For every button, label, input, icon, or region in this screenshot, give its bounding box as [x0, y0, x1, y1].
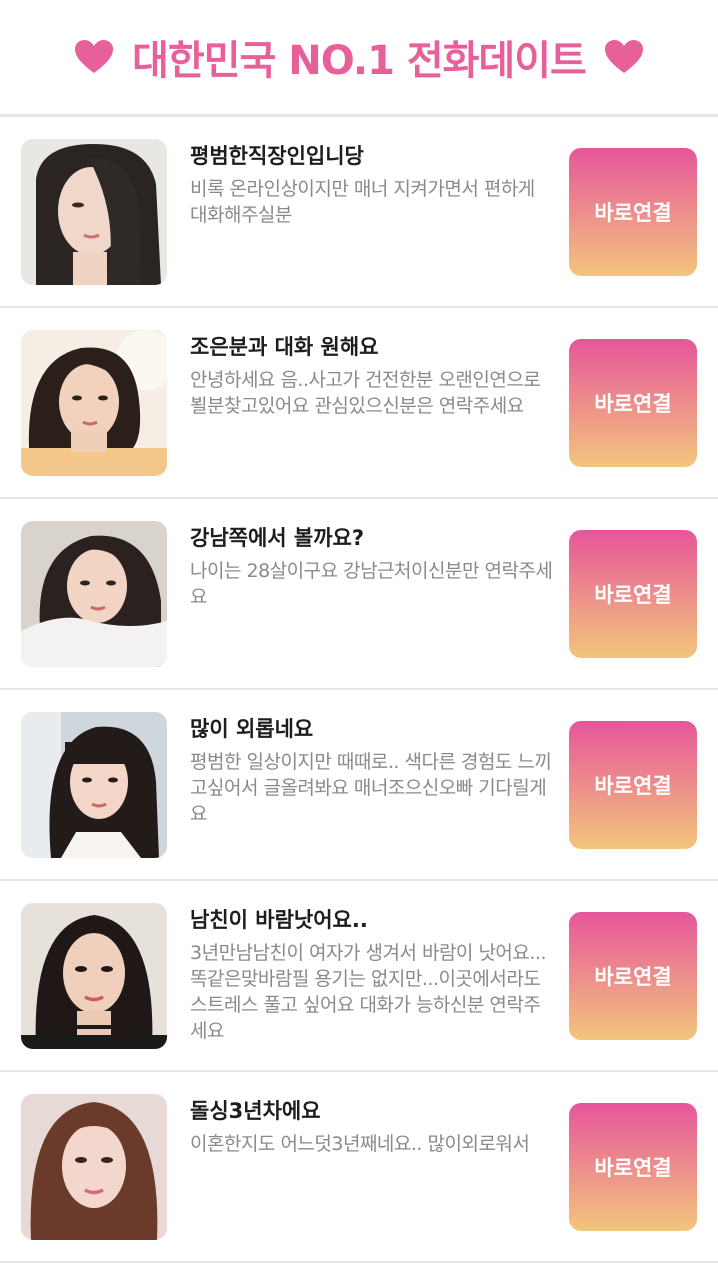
list-item: 강남쪽에서 볼까요? 나이는 28살이구요 강남근처이신분만 연락주세요 바로연…	[0, 499, 718, 690]
list-item: 남친이 바람낫어요.. 3년만남남친이 여자가 생겨서 바람이 낫어요... 똑…	[0, 881, 718, 1072]
connect-button[interactable]: 바로연결	[569, 1103, 697, 1231]
profile-photo[interactable]	[21, 712, 167, 858]
profile-photo[interactable]	[21, 1094, 167, 1240]
profile-description: 평범한 일상이지만 때때로.. 색다른 경험도 느끼고싶어서 글올려봐요 매너조…	[190, 751, 552, 825]
profile-name: 조은분과 대화 원해요	[190, 335, 379, 359]
profile-name: 평범한직장인입니당	[190, 144, 364, 168]
connect-button[interactable]: 바로연결	[569, 912, 697, 1040]
profile-photo[interactable]	[21, 139, 167, 285]
profile-name: 강남쪽에서 볼까요?	[190, 526, 365, 550]
app-header: 대한민국 NO.1 전화데이트	[0, 0, 718, 117]
profile-photo[interactable]	[21, 330, 167, 476]
connect-button[interactable]: 바로연결	[569, 721, 697, 849]
profile-name: 많이 외롭네요	[190, 717, 314, 741]
profile-list: 평범한직장인입니당 비록 온라인상이지만 매너 지켜가면서 편하게 대화해주실분…	[0, 117, 718, 1263]
connect-button[interactable]: 바로연결	[569, 148, 697, 276]
heart-icon	[604, 40, 643, 73]
profile-photo[interactable]	[21, 903, 167, 1049]
profile-description: 3년만남남친이 여자가 생겨서 바람이 낫어요... 똑같은맞바람필 용기는 없…	[190, 942, 547, 1042]
connect-button[interactable]: 바로연결	[569, 530, 697, 658]
profile-name: 남친이 바람낫어요..	[190, 908, 368, 932]
profile-description: 비록 온라인상이지만 매너 지켜가면서 편하게 대화해주실분	[190, 178, 535, 226]
profile-description: 나이는 28살이구요 강남근처이신분만 연락주세요	[190, 560, 553, 608]
profile-description: 이혼한지도 어느덧3년째네요.. 많이외로워서	[190, 1133, 530, 1155]
list-item: 돌싱3년차에요 이혼한지도 어느덧3년째네요.. 많이외로워서 바로연결	[0, 1072, 718, 1263]
page-title: 대한민국 NO.1 전화데이트	[132, 38, 587, 84]
heart-icon	[75, 40, 114, 73]
connect-button[interactable]: 바로연결	[569, 339, 697, 467]
list-item: 많이 외롭네요 평범한 일상이지만 때때로.. 색다른 경험도 느끼고싶어서 글…	[0, 690, 718, 881]
profile-description: 안녕하세요 음..사고가 건전한분 오랜인연으로 뵐분찾고있어요 관심있으신분은…	[190, 369, 541, 417]
list-item: 조은분과 대화 원해요 안녕하세요 음..사고가 건전한분 오랜인연으로 뵐분찾…	[0, 308, 718, 499]
profile-photo[interactable]	[21, 521, 167, 667]
profile-name: 돌싱3년차에요	[190, 1099, 321, 1123]
list-item: 평범한직장인입니당 비록 온라인상이지만 매너 지켜가면서 편하게 대화해주실분…	[0, 117, 718, 308]
